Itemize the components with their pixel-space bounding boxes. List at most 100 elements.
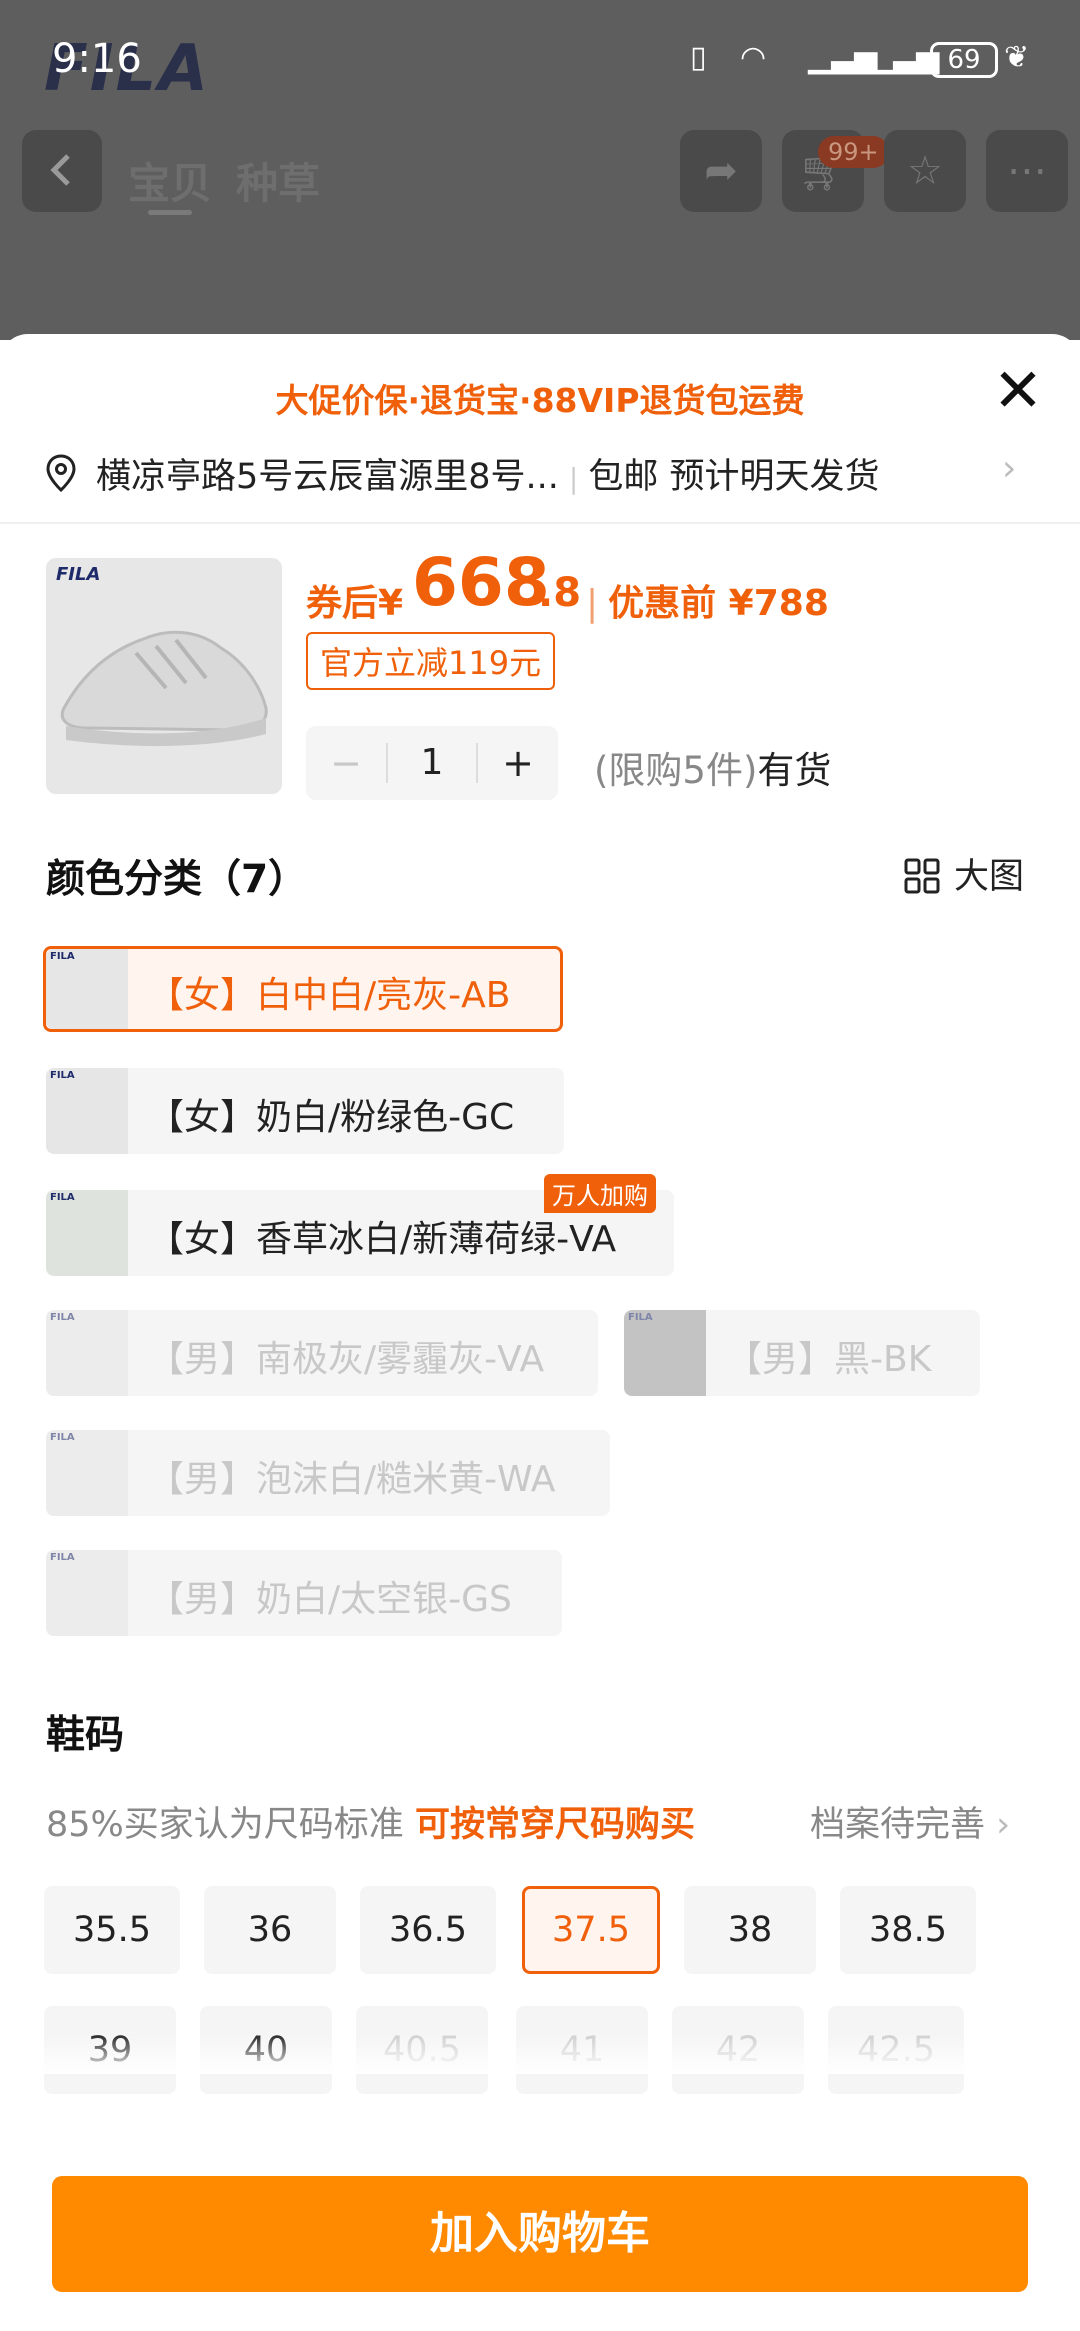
fit-highlight: 可按常穿尺码购买 (414, 1805, 695, 1845)
currency-symbol: ¥ (378, 583, 404, 624)
quantity-stepper: − 1 + (306, 726, 558, 800)
fila-mark: FILA (50, 1070, 75, 1081)
fila-mark: FILA (50, 1192, 75, 1203)
status-bar: 9:16 ▯ ◠ ▁▃▅ ▁▃▅ 69 ❦ (0, 30, 1080, 94)
chevron-right-icon: › (996, 1805, 1011, 1845)
signal-icon: ▁▃▅ (808, 40, 878, 75)
fila-mark: FILA (628, 1312, 653, 1323)
original-price-text: 优惠前 ¥788 (608, 583, 829, 624)
top-nav: 宝贝 种草 ➦ 🛒︎ 99+ ☆ ⋯ (0, 128, 1080, 218)
scroll-fade (0, 2034, 1080, 2074)
color-option[interactable]: FILA 【男】奶白/太空银-GS (46, 1550, 562, 1636)
color-option[interactable]: FILA 【男】黑-BK (624, 1310, 980, 1396)
price-decimal: .8 (538, 570, 582, 616)
discount-tag: 官方立减119元 (306, 632, 556, 690)
back-button[interactable] (22, 130, 102, 212)
size-option[interactable]: 38.5 (840, 1886, 976, 1974)
fit-text: 85%买家认为尺码标准 (46, 1805, 404, 1845)
share-button[interactable]: ➦ (680, 130, 762, 212)
color-label: 【男】奶白/太空银-GS (148, 1579, 512, 1620)
address-value: 横凉亭路5号云辰富源里8号... (96, 457, 559, 497)
status-time: 9:16 (52, 36, 142, 82)
price-integer: 668 (412, 544, 550, 621)
chevron-left-icon (50, 154, 70, 186)
color-thumbnail: FILA (46, 1310, 128, 1396)
tab-review[interactable]: 种草 (236, 150, 320, 211)
profile-text: 档案待完善 (810, 1805, 986, 1845)
color-thumbnail: FILA (46, 1430, 128, 1516)
color-option[interactable]: FILA 【女】奶白/粉绿色-GC (46, 1068, 564, 1154)
more-button[interactable]: ⋯ (986, 130, 1068, 212)
sku-sheet: 大促价保·退货宝·88VIP退货包运费 ✕ 横凉亭路5号云辰富源里8号... | 包… (0, 334, 1080, 2331)
cart-badge: 99+ (818, 136, 889, 168)
tab-item[interactable]: 宝贝 (128, 150, 212, 211)
grid-icon (904, 858, 940, 894)
big-image-label: 大图 (954, 857, 1025, 897)
star-icon: ☆ (907, 148, 943, 194)
separator: | (568, 462, 579, 495)
decrease-button[interactable]: − (306, 726, 386, 800)
purchase-limit: (限购5件) (594, 749, 758, 792)
size-option[interactable]: 37.5 (522, 1886, 660, 1974)
fila-mark: FILA (50, 1552, 75, 1563)
big-image-toggle[interactable]: 大图 (904, 848, 1024, 899)
color-label: 【男】泡沫白/糙米黄-WA (148, 1459, 556, 1500)
color-thumbnail: FILA (624, 1310, 706, 1396)
share-icon: ➦ (704, 148, 738, 194)
address-text: 横凉亭路5号云辰富源里8号... | 包邮 预计明天发货 (96, 448, 880, 499)
close-icon: ✕ (992, 356, 1044, 426)
tab-indicator (148, 210, 192, 215)
vibrate-icon: ▯ (690, 40, 707, 75)
price-label: 券后¥ (306, 574, 403, 626)
address-row[interactable]: 横凉亭路5号云辰富源里8号... | 包邮 预计明天发货 › (46, 446, 1046, 502)
promo-banner: 大促价保·退货宝·88VIP退货包运费 (275, 381, 805, 420)
color-thumbnail: FILA (46, 1190, 128, 1276)
color-label: 【男】南极灰/雾霾灰-VA (148, 1339, 545, 1380)
signal-2-icon: ▁▃▅ (870, 40, 940, 75)
color-option[interactable]: FILA 【女】白中白/亮灰-AB (43, 946, 563, 1032)
chevron-right-icon: › (1002, 448, 1017, 489)
popular-badge: 万人加购 (544, 1174, 656, 1213)
wifi-icon: ◠ (740, 40, 767, 75)
color-section-title: 颜色分类（7） (46, 857, 308, 902)
size-option[interactable]: 36 (204, 1886, 336, 1974)
color-label: 【男】黑-BK (726, 1339, 932, 1380)
size-option[interactable]: 36.5 (360, 1886, 496, 1974)
color-label: 【女】香草冰白/新薄荷绿-VA (148, 1219, 617, 1260)
color-label: 【女】奶白/粉绿色-GC (148, 1097, 515, 1138)
separator: | (586, 583, 599, 624)
color-thumbnail: FILA (46, 1550, 128, 1636)
size-option[interactable]: 38 (684, 1886, 816, 1974)
sneaker-image (60, 630, 268, 747)
favorite-button[interactable]: ☆ (884, 130, 966, 212)
color-label: 【女】白中白/亮灰-AB (148, 975, 511, 1016)
color-option[interactable]: FILA 【男】南极灰/雾霾灰-VA (46, 1310, 598, 1396)
shipping-info: 包邮 预计明天发货 (588, 457, 880, 497)
color-option[interactable]: FILA 【女】香草冰白/新薄荷绿-VA 万人加购 (46, 1174, 674, 1276)
quantity-value[interactable]: 1 (386, 743, 478, 783)
battery-indicator: 69 (930, 42, 998, 78)
divider (0, 522, 1080, 524)
color-option[interactable]: FILA 【男】泡沫白/糙米黄-WA (46, 1430, 610, 1516)
size-section-title: 鞋码 (46, 1713, 125, 1758)
location-pin-icon (46, 454, 76, 492)
add-to-cart-button[interactable]: 加入购物车 (52, 2176, 1028, 2292)
more-icon: ⋯ (1007, 148, 1047, 194)
fila-mark: FILA (56, 564, 101, 585)
fila-mark: FILA (50, 1432, 75, 1443)
size-profile-link[interactable]: 档案待完善 › (810, 1796, 1010, 1847)
stock-status: 有货 (757, 749, 832, 792)
original-price: | 优惠前 ¥788 (586, 574, 829, 626)
product-thumbnail[interactable]: FILA (46, 558, 282, 794)
size-option[interactable]: 35.5 (44, 1886, 180, 1974)
fit-hint: 85%买家认为尺码标准 可按常穿尺码购买 (46, 1796, 695, 1847)
increase-button[interactable]: + (478, 726, 558, 800)
stock-info: (限购5件)有货 (594, 740, 831, 794)
color-thumbnail: FILA (46, 1068, 128, 1154)
fila-mark: FILA (50, 1312, 75, 1323)
fila-mark: FILA (50, 951, 75, 962)
leaf-icon: ❦ (1004, 40, 1030, 75)
coupon-price-label: 券后 (306, 583, 379, 624)
color-thumbnail: FILA (46, 949, 128, 1029)
close-button[interactable]: ✕ (990, 361, 1046, 421)
